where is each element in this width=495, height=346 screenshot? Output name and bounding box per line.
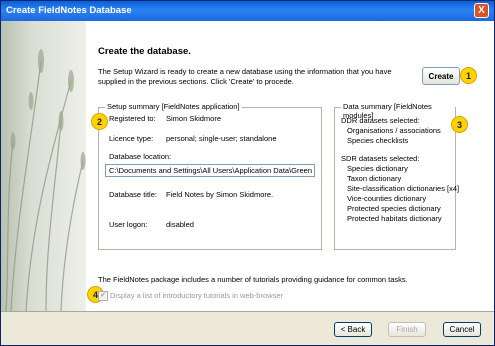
callout-badge-3: 3	[451, 116, 468, 133]
tutorials-checkbox[interactable]: ✔	[98, 291, 108, 301]
wizard-side-image	[1, 21, 86, 311]
close-button[interactable]: X	[474, 3, 489, 18]
location-label: Database location:	[109, 152, 172, 161]
registered-label: Registered to:	[109, 114, 156, 123]
page-heading: Create the database.	[98, 46, 191, 57]
sdr-item: Protected species dictionary	[347, 204, 441, 213]
sdr-item: Taxon dictionary	[347, 174, 402, 183]
cancel-button[interactable]: Cancel	[443, 322, 481, 337]
title-value: Field Notes by Simon Skidmore.	[166, 190, 274, 199]
window-title: Create FieldNotes Database	[6, 5, 132, 16]
close-icon: X	[478, 5, 485, 16]
wizard-content: Create the database. The Setup Wizard is…	[86, 21, 494, 311]
setup-summary-legend: Setup summary [FieldNotes application]	[105, 102, 242, 111]
sdr-heading: SDR datasets selected:	[341, 154, 420, 163]
intro-text: The Setup Wizard is ready to create a ne…	[98, 67, 392, 86]
database-location-field[interactable]: C:\Documents and Settings\All Users\Appl…	[105, 164, 315, 177]
sdr-item: Protected habitats dictionary	[347, 214, 442, 223]
button-bar: < Back Finish Cancel	[1, 311, 494, 345]
check-icon: ✔	[100, 292, 106, 299]
sdr-item: Site-classification dictionaries [x4]	[347, 184, 460, 193]
dialog-window: Create FieldNotes Database X Create the …	[0, 0, 495, 346]
registered-value: Simon Skidmore	[166, 114, 222, 123]
tutorials-info: The FieldNotes package includes a number…	[98, 275, 408, 284]
sdr-item: Species dictionary	[347, 164, 408, 173]
sdr-item: Vice-counties dictionary	[347, 194, 427, 203]
data-summary-group: Data summary [FieldNotes modules] 3 DDR …	[334, 102, 468, 250]
logon-value: disabled	[166, 220, 194, 229]
callout-badge-2: 2	[91, 113, 108, 130]
title-bar[interactable]: Create FieldNotes Database X	[1, 1, 494, 21]
grass-illustration	[5, 49, 86, 311]
title-label: Database title:	[109, 190, 157, 199]
ddr-item: Species checklists	[347, 136, 409, 145]
create-button[interactable]: Create	[422, 67, 460, 85]
licence-label: Licence type:	[109, 134, 154, 143]
licence-value: personal; single-user; standalone	[166, 134, 277, 143]
logon-label: User logon:	[109, 220, 148, 229]
callout-badge-1: 1	[460, 67, 477, 84]
setup-summary-group: Setup summary [FieldNotes application] 2…	[91, 102, 322, 250]
ddr-heading: DDR datasets selected:	[341, 116, 420, 125]
ddr-item: Organisations / associations	[347, 126, 441, 135]
finish-button[interactable]: Finish	[388, 322, 426, 337]
tutorials-checkbox-label: Display a list of introductory tutorials…	[110, 291, 283, 300]
back-button[interactable]: < Back	[334, 322, 372, 337]
